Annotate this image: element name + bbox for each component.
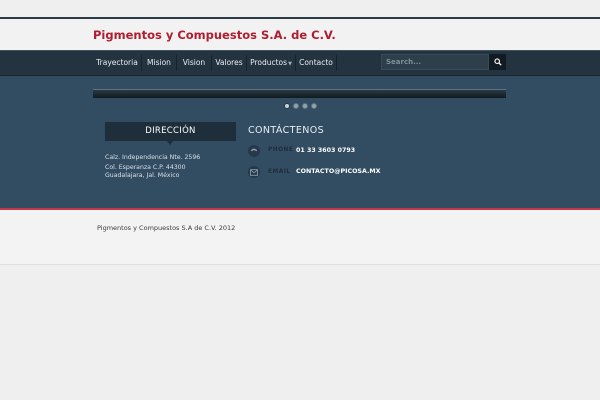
address-line-3: Guadalajara, Jal. México (105, 172, 180, 179)
phone-icon-badge (248, 145, 260, 157)
nav-item-trayectoria[interactable]: Trayectoria (93, 51, 141, 75)
nav-item-mision[interactable]: Mision (142, 51, 176, 75)
address-line-2: Col. Esperanza C.P. 44300 (105, 164, 186, 171)
phone-label: PHONE (268, 147, 294, 153)
search-input[interactable] (381, 54, 489, 70)
contact-heading: CONTÁCTENOS (248, 125, 325, 136)
phone-icon (250, 148, 258, 152)
direccion-heading-pointer (167, 141, 173, 145)
nav-item-vision[interactable]: Vision (177, 51, 211, 75)
main-navigation: Trayectoria Mision Vision Valores Produc… (0, 50, 600, 76)
search-button[interactable] (489, 54, 506, 70)
slider-dot-2[interactable] (293, 103, 299, 109)
address-line-1: Calz. Independencia Nte. 2596 (105, 154, 201, 161)
slider-dot-4[interactable] (311, 103, 317, 109)
phone-value[interactable]: 01 33 3603 0793 (296, 147, 355, 154)
nav-item-contacto[interactable]: Contacto (296, 51, 336, 75)
slider-dot-3[interactable] (302, 103, 308, 109)
nav-item-productos[interactable]: Productos▼ (247, 51, 295, 75)
chevron-down-icon: ▼ (288, 61, 292, 67)
direccion-heading: DIRECCIÓN (105, 122, 236, 141)
footer-copyright: Pigmentos y Compuestos S.A de C.V. 2012 (97, 224, 236, 232)
email-icon-badge (248, 166, 260, 178)
image-slider[interactable] (93, 89, 506, 98)
slider-dot-1[interactable] (284, 103, 290, 109)
site-title-link[interactable]: Pigmentos y Compuestos S.A. de C.V. (93, 28, 336, 42)
email-icon (250, 168, 258, 176)
email-link[interactable]: CONTACTO@PICOSA.MX (296, 168, 380, 175)
nav-item-productos-label: Productos (250, 58, 288, 67)
nav-separator (336, 55, 337, 71)
nav-item-valores[interactable]: Valores (212, 51, 246, 75)
site-footer (0, 210, 600, 265)
email-label: EMAIL (268, 169, 291, 175)
search-icon (493, 58, 502, 66)
